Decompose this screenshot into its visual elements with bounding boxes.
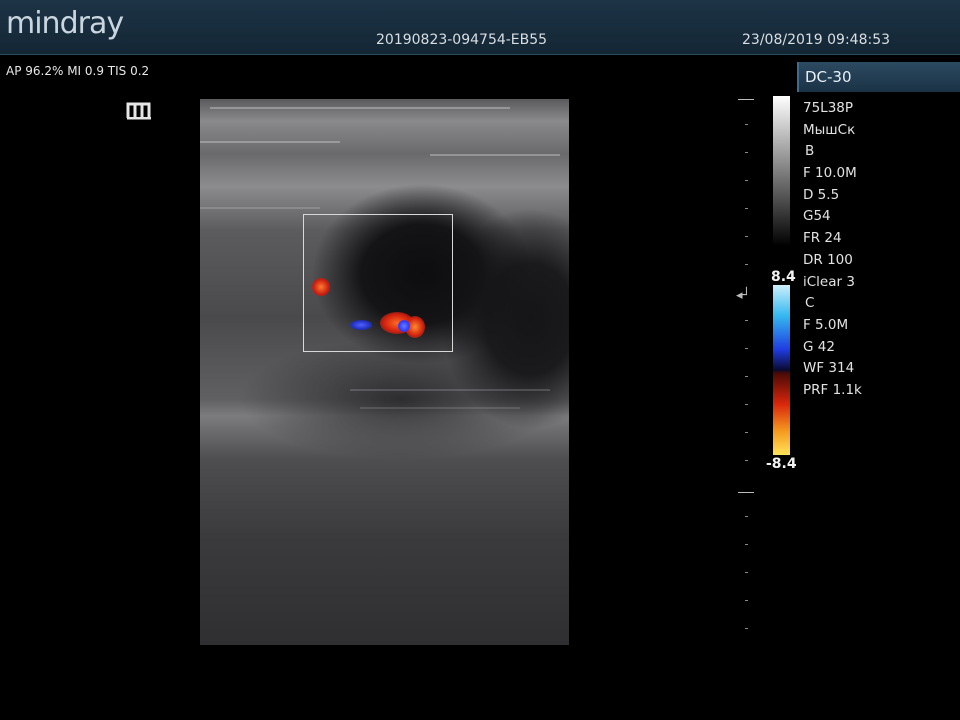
flow-signal bbox=[350, 320, 372, 330]
param-wall-filter: WF 314 bbox=[803, 360, 855, 377]
param-frame-rate: FR 24 bbox=[803, 230, 842, 247]
probe-mode-label: DC-30 bbox=[805, 68, 852, 86]
param-prf: PRF 1.1k bbox=[803, 381, 862, 398]
color-velocity-bar bbox=[773, 285, 790, 455]
date-time: 23/08/2019 09:48:53 bbox=[742, 32, 891, 48]
color-scale-top: 8.4 bbox=[771, 269, 796, 285]
mindray-logo: mindray bbox=[6, 6, 124, 41]
flow-signal bbox=[312, 278, 330, 296]
ultrasound-image[interactable] bbox=[200, 99, 569, 645]
param-probe: 75L38P bbox=[803, 100, 854, 116]
imaging-parameters: 75L38P МышСк B F 10.0M D 5.5 G54 FR 24 D… bbox=[803, 98, 862, 402]
acoustic-output: AP 96.2% MI 0.9 TIS 0.2 bbox=[6, 64, 150, 78]
color-scale-bottom: -8.4 bbox=[766, 456, 797, 472]
param-c-mode: C bbox=[805, 295, 815, 312]
param-preset: МышСк bbox=[803, 121, 856, 138]
param-c-gain: G 42 bbox=[803, 338, 835, 355]
mindray-m-icon bbox=[126, 102, 151, 120]
param-b-gain: G54 bbox=[803, 208, 831, 225]
focus-marker-icon: ◂┘ bbox=[736, 288, 751, 303]
param-dynamic-range: DR 100 bbox=[803, 251, 853, 268]
grayscale-bar bbox=[773, 96, 790, 246]
param-b-mode: B bbox=[805, 143, 815, 160]
param-c-frequency: F 5.0M bbox=[803, 316, 849, 333]
param-b-frequency: F 10.0M bbox=[803, 165, 857, 182]
flow-signal bbox=[398, 320, 410, 332]
exam-id: 20190823-094754-EB55 bbox=[376, 32, 548, 48]
depth-scale bbox=[736, 96, 756, 656]
top-bar: mindray 20190823-094754-EB55 23/08/2019 … bbox=[0, 0, 960, 55]
param-depth: D 5.5 bbox=[803, 186, 840, 203]
probe-mode-tab[interactable]: DC-30 bbox=[797, 62, 960, 92]
param-iclear: iClear 3 bbox=[803, 273, 855, 290]
